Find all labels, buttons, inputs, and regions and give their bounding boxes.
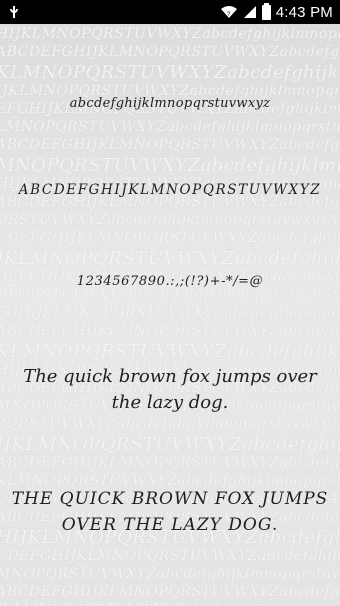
background-text-row: ABCDEFGHIJKLMNOPQRSTUVWXYZabcdefghijklmn… — [0, 455, 340, 471]
sample-sentence-caps: THE QUICK BROWN FOX JUMPS OVER THE LAZY … — [11, 489, 329, 535]
font-preview-area: HIJKLMNOPQRSTUVWXYZabcdefghijklmnopqrstu… — [0, 24, 340, 606]
background-text-row: ABCDEFGHIJKLMNOPQRSTUVWXYZabcdefghijklmn… — [0, 584, 340, 600]
wifi-icon: ? — [220, 6, 237, 18]
background-text-row: PQRSTUVWXYZabcdefghijklmnopqrstuvwxyzABC… — [0, 416, 340, 432]
signal-icon — [243, 6, 256, 18]
sample-sentence: The quick brown fox jumps over the lazy … — [23, 366, 317, 413]
background-text-row: ABCDEFGHIJKLMNOPQRSTUVWXYZabcdefghijklmn… — [0, 137, 340, 153]
background-text-row: CDEFGHIJKLMNOPQRSTUVWXYZabcdefghijklmnop… — [0, 230, 340, 246]
background-text-row: MNOPQRSTUVWXYZabcdefghijklmnopqrstuvwxyz… — [0, 566, 340, 582]
sample-digits-symbols: 1234567890.:,;(!?)+-*/=@ — [76, 274, 264, 289]
status-left — [0, 5, 20, 19]
background-text-row: JKLMNOPQRSTUVWXYZabcdefghijklmnopqrstuvw… — [0, 248, 340, 269]
background-text-row: ABCDEFGHIJKLMNOPQRSTUVWXYZabcdefghijklmn… — [0, 44, 340, 60]
usb-icon — [8, 5, 20, 19]
background-text-row: JKLMNOPQRSTUVWXYZabcdefghijklmnopqrstuvw… — [0, 602, 340, 606]
background-text-row: IJKLMNOPQRSTUVWXYZabcdefghijklmnopqrstuv… — [0, 434, 340, 455]
battery-icon — [261, 2, 271, 20]
background-text-row: ABCDEFGHIJKLMNOPQRSTUVWXYZabcdefghijklmn… — [0, 323, 340, 339]
background-text-row: HIJKLMNOPQRSTUVWXYZabcdefghijklmnopqrstu… — [0, 26, 340, 42]
background-text-row: LMNOPQRSTUVWXYZabcdefghijklmnopqrstuvwxy… — [0, 119, 340, 135]
sample-lowercase: abcdefghijklmnopqrstuvwxyz — [69, 96, 271, 111]
sample-uppercase: ABCDEFGHIJKLMNOPQRSTUVWXYZ — [18, 182, 322, 198]
status-bar: ? 4:43 PM — [0, 0, 340, 24]
background-text-row: KLMNOPQRSTUVWXYZabcdefghijklmnopqrstuvwx… — [0, 62, 340, 83]
background-text-row: KLMNOPQRSTUVWXYZabcdefghijklmnopqrstuvwx… — [0, 341, 340, 362]
status-right: ? 4:43 PM — [220, 2, 340, 21]
background-text-row: QRSTUVWXYZabcdefghijklmnopqrstuvwxyzABCD… — [0, 212, 340, 228]
background-text-row: OPQRSTUVWXYZabcdefghijklmnopqrstuvwxyzAB… — [0, 287, 340, 303]
background-text-row: CDEFGHIJKLMNOPQRSTUVWXYZabcdefghijklmnop… — [0, 548, 340, 564]
status-time: 4:43 PM — [275, 3, 333, 21]
background-text-row: FGHIJKLMNOPQRSTUVWXYZabcdefghijklmnopqrs… — [0, 305, 340, 321]
background-text-row: MNOPQRSTUVWXYZabcdefghijklmnopqrstuvwxyz… — [0, 155, 340, 176]
